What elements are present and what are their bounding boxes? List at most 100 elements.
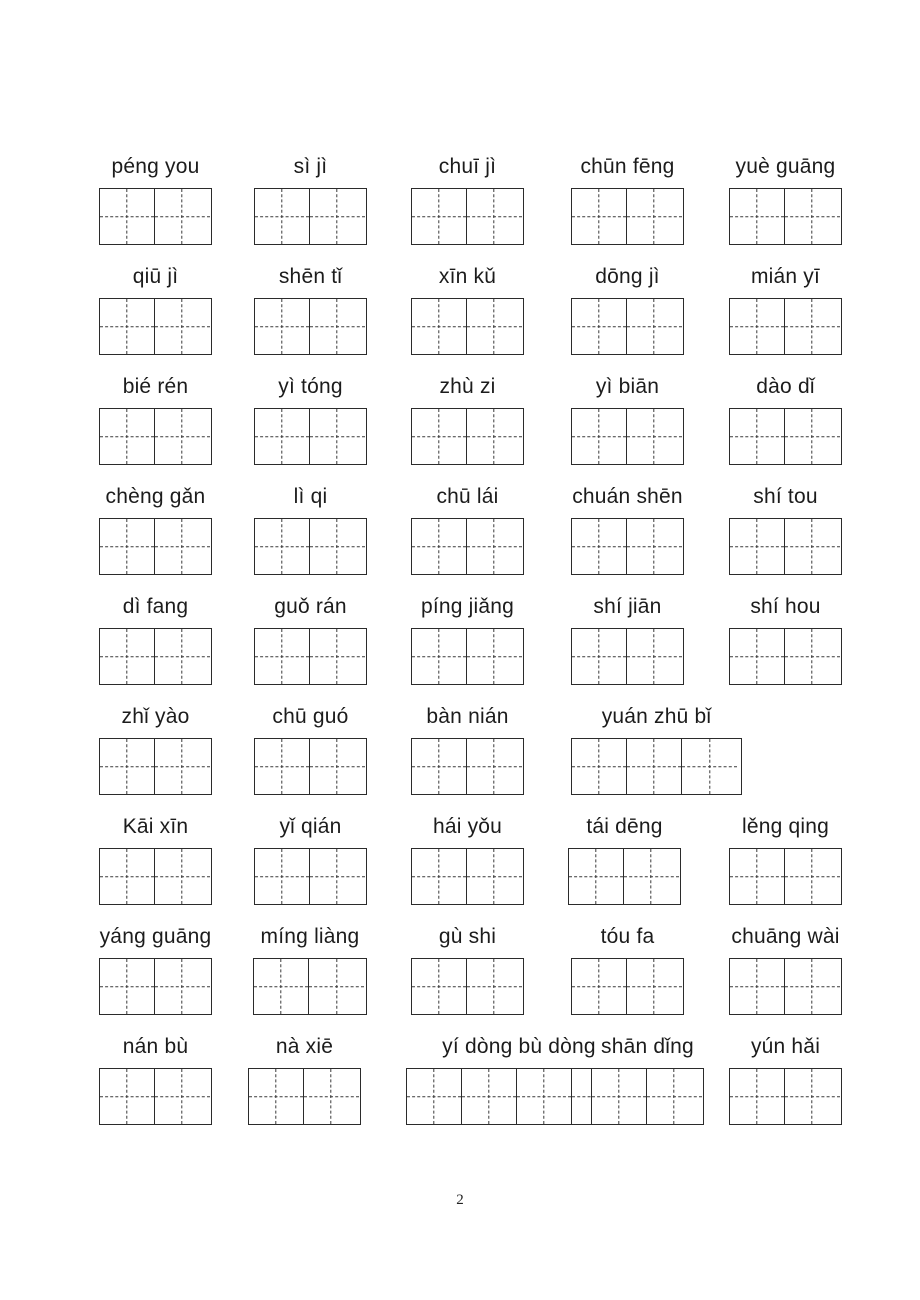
character-grid-cell[interactable]	[304, 1069, 359, 1124]
character-grid-box[interactable]	[253, 408, 368, 465]
character-grid-box[interactable]	[570, 628, 685, 685]
character-grid-cell[interactable]	[100, 299, 155, 354]
character-grid-box[interactable]	[98, 738, 213, 795]
character-grid-cell[interactable]	[627, 189, 682, 244]
character-grid-cell[interactable]	[785, 189, 840, 244]
character-grid-cell[interactable]	[572, 959, 627, 1014]
character-grid-cell[interactable]	[310, 299, 365, 354]
character-grid-cell[interactable]	[730, 519, 785, 574]
character-grid-cell[interactable]	[627, 629, 682, 684]
character-grid-box[interactable]	[728, 298, 843, 355]
character-grid-cell[interactable]	[627, 959, 682, 1014]
character-grid-cell[interactable]	[407, 1069, 462, 1124]
character-grid-cell[interactable]	[572, 629, 627, 684]
character-grid-cell[interactable]	[412, 409, 467, 464]
character-grid-box[interactable]	[567, 848, 682, 905]
character-grid-box[interactable]	[98, 848, 213, 905]
character-grid-cell[interactable]	[785, 299, 840, 354]
character-grid-box[interactable]	[590, 1068, 705, 1125]
character-grid-box[interactable]	[253, 958, 367, 1015]
character-grid-cell[interactable]	[255, 299, 310, 354]
character-grid-cell[interactable]	[100, 189, 155, 244]
character-grid-cell[interactable]	[592, 1069, 647, 1124]
character-grid-cell[interactable]	[100, 629, 155, 684]
character-grid-box[interactable]	[98, 1068, 213, 1125]
character-grid-cell[interactable]	[730, 1069, 785, 1124]
character-grid-box[interactable]	[410, 188, 525, 245]
character-grid-box[interactable]	[98, 958, 213, 1015]
character-grid-cell[interactable]	[627, 739, 683, 794]
character-grid-cell[interactable]	[155, 189, 210, 244]
character-grid-cell[interactable]	[730, 299, 785, 354]
character-grid-box[interactable]	[98, 298, 213, 355]
character-grid-box[interactable]	[570, 408, 685, 465]
character-grid-box[interactable]	[98, 518, 213, 575]
character-grid-cell[interactable]	[155, 519, 210, 574]
character-grid-cell[interactable]	[785, 1069, 840, 1124]
character-grid-cell[interactable]	[730, 409, 785, 464]
character-grid-box[interactable]	[570, 188, 685, 245]
character-grid-cell[interactable]	[647, 1069, 702, 1124]
character-grid-cell[interactable]	[627, 299, 682, 354]
character-grid-cell[interactable]	[785, 629, 840, 684]
character-grid-cell[interactable]	[467, 739, 522, 794]
character-grid-cell[interactable]	[310, 519, 365, 574]
character-grid-cell[interactable]	[572, 299, 627, 354]
character-grid-cell[interactable]	[467, 299, 522, 354]
character-grid-cell[interactable]	[467, 629, 522, 684]
character-grid-cell[interactable]	[730, 849, 785, 904]
character-grid-box[interactable]	[410, 518, 525, 575]
character-grid-cell[interactable]	[155, 739, 210, 794]
character-grid-cell[interactable]	[785, 849, 840, 904]
character-grid-box[interactable]	[728, 628, 843, 685]
character-grid-cell[interactable]	[155, 409, 210, 464]
character-grid-box[interactable]	[570, 298, 685, 355]
character-grid-box[interactable]	[253, 188, 368, 245]
character-grid-box[interactable]	[253, 518, 368, 575]
character-grid-cell[interactable]	[627, 409, 682, 464]
character-grid-cell[interactable]	[310, 629, 365, 684]
character-grid-box[interactable]	[728, 408, 843, 465]
character-grid-cell[interactable]	[785, 519, 840, 574]
character-grid-box[interactable]	[571, 738, 742, 795]
character-grid-box[interactable]	[728, 848, 843, 905]
character-grid-cell[interactable]	[467, 959, 522, 1014]
character-grid-box[interactable]	[253, 298, 368, 355]
character-grid-cell[interactable]	[467, 189, 522, 244]
character-grid-cell[interactable]	[255, 849, 310, 904]
character-grid-box[interactable]	[410, 628, 525, 685]
character-grid-cell[interactable]	[155, 849, 210, 904]
character-grid-box[interactable]	[253, 848, 368, 905]
character-grid-cell[interactable]	[249, 1069, 304, 1124]
character-grid-cell[interactable]	[310, 409, 365, 464]
character-grid-box[interactable]	[410, 738, 525, 795]
character-grid-cell[interactable]	[255, 409, 310, 464]
character-grid-cell[interactable]	[517, 1069, 572, 1124]
character-grid-box[interactable]	[247, 1068, 362, 1125]
character-grid-cell[interactable]	[682, 739, 737, 794]
character-grid-cell[interactable]	[412, 299, 467, 354]
character-grid-cell[interactable]	[100, 849, 155, 904]
character-grid-cell[interactable]	[412, 519, 467, 574]
character-grid-cell[interactable]	[572, 189, 627, 244]
character-grid-cell[interactable]	[255, 189, 310, 244]
character-grid-cell[interactable]	[412, 739, 467, 794]
character-grid-cell[interactable]	[255, 519, 310, 574]
character-grid-cell[interactable]	[572, 409, 627, 464]
character-grid-box[interactable]	[98, 408, 213, 465]
character-grid-cell[interactable]	[467, 519, 522, 574]
character-grid-cell[interactable]	[624, 849, 679, 904]
character-grid-cell[interactable]	[730, 629, 785, 684]
character-grid-cell[interactable]	[462, 1069, 517, 1124]
character-grid-cell[interactable]	[100, 519, 155, 574]
character-grid-cell[interactable]	[412, 849, 467, 904]
character-grid-cell[interactable]	[155, 959, 210, 1014]
character-grid-box[interactable]	[98, 188, 213, 245]
character-grid-cell[interactable]	[255, 739, 310, 794]
character-grid-cell[interactable]	[100, 959, 155, 1014]
character-grid-cell[interactable]	[467, 849, 522, 904]
character-grid-cell[interactable]	[310, 189, 365, 244]
character-grid-cell[interactable]	[309, 959, 364, 1014]
character-grid-cell[interactable]	[100, 409, 155, 464]
character-grid-box[interactable]	[570, 958, 685, 1015]
